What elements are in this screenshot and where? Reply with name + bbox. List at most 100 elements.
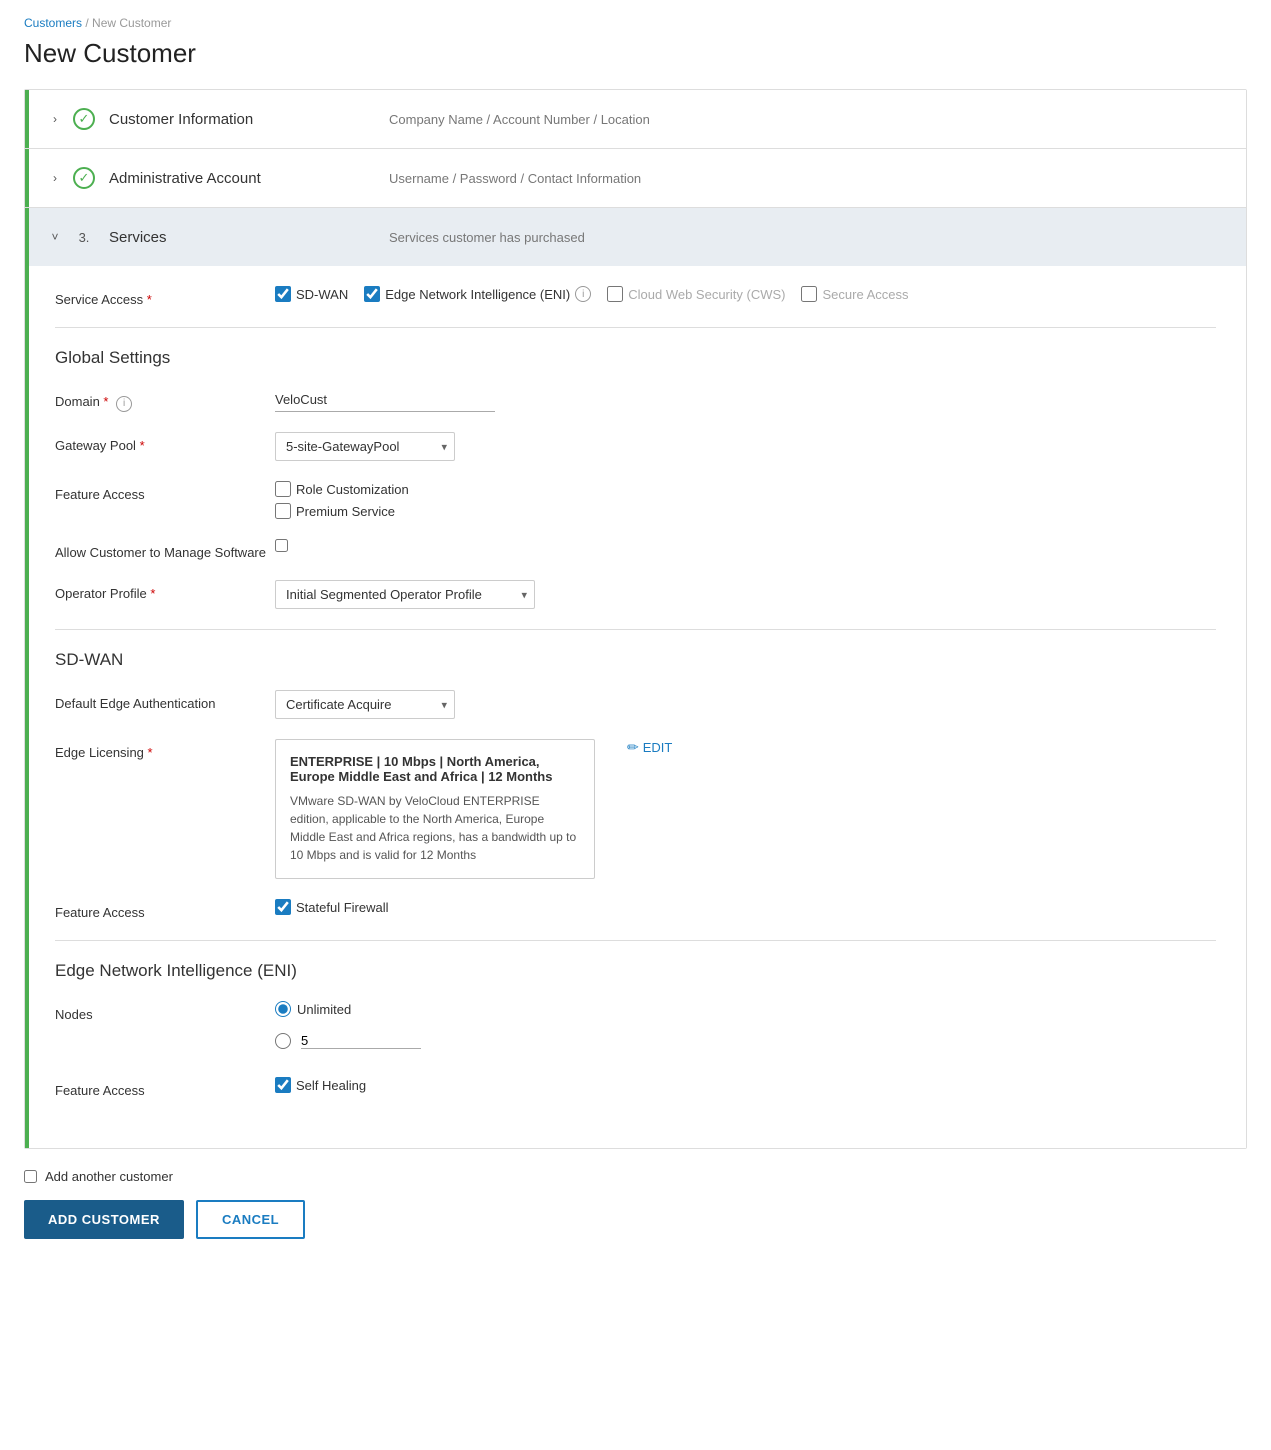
nodes-number-radio[interactable] [275,1033,291,1049]
role-customization-label: Role Customization [296,482,409,497]
sdwan-label: SD-WAN [296,287,348,302]
eni-checkbox-wrap[interactable]: Edge Network Intelligence (ENI) i [364,286,591,302]
role-customization-checkbox[interactable] [275,481,291,497]
check-icon-1: ✓ [73,108,95,130]
eni-section: Edge Network Intelligence (ENI) Nodes Un… [55,961,1216,1098]
accordion-header-services[interactable]: ˅ 3. Services Services customer has purc… [25,208,1246,266]
edit-edge-licensing-link[interactable]: ✏ EDIT [627,739,672,756]
cancel-button[interactable]: CANCEL [196,1200,305,1239]
edge-licensing-label: Edge Licensing * [55,739,275,760]
accordion-item-admin-account: › ✓ Administrative Account Username / Pa… [25,149,1246,208]
feature-access-label: Feature Access [55,481,275,502]
gateway-pool-required: * [140,438,145,453]
domain-info-icon[interactable]: i [116,396,132,412]
edge-licensing-field-content: ENTERPRISE | 10 Mbps | North America, Eu… [275,739,1216,879]
secure-access-label: Secure Access [822,287,908,302]
self-healing-checkbox-wrap[interactable]: Self Healing [275,1077,366,1093]
accordion-subtitle-customer-info: Company Name / Account Number / Location [389,112,650,127]
premium-service-checkbox[interactable] [275,503,291,519]
accordion-title-admin-account: Administrative Account [109,170,389,187]
operator-profile-field-content: Initial Segmented Operator Profile Defau… [275,580,1216,609]
footer-buttons: ADD CUSTOMER CANCEL [24,1200,1247,1239]
accordion-title-services: Services [109,229,389,246]
feature-access-field-content: Role Customization Premium Service [275,481,1216,519]
premium-service-label: Premium Service [296,504,395,519]
accordion-header-customer-info[interactable]: › ✓ Customer Information Company Name / … [25,90,1246,148]
role-customization-checkbox-wrap[interactable]: Role Customization [275,481,409,497]
edge-licensing-required: * [148,745,153,760]
chevron-icon-2: › [45,168,65,188]
divider-3 [55,940,1216,941]
chevron-icon-3: ˅ [45,227,65,247]
sdwan-checkbox-wrap[interactable]: SD-WAN [275,286,348,302]
add-another-wrap: Add another customer [24,1169,1247,1184]
accordion-left-bar-2 [25,149,29,207]
accordion-subtitle-admin-account: Username / Password / Contact Informatio… [389,171,641,186]
self-healing-checkbox[interactable] [275,1077,291,1093]
sdwan-checkbox[interactable] [275,286,291,302]
service-access-row: Service Access * SD-WAN Edge Network Int… [55,286,1216,307]
page-title: New Customer [24,38,1247,69]
edge-licensing-desc: VMware SD-WAN by VeloCloud ENTERPRISE ed… [290,792,580,864]
accordion-item-services: ˅ 3. Services Services customer has purc… [25,208,1246,1148]
operator-profile-row: Operator Profile * Initial Segmented Ope… [55,580,1216,609]
accordion-left-bar-1 [25,90,29,148]
cws-checkbox-wrap[interactable]: Cloud Web Security (CWS) [607,286,785,302]
nodes-number-input[interactable] [301,1033,421,1049]
premium-service-checkbox-wrap[interactable]: Premium Service [275,503,409,519]
chevron-icon-1: › [45,109,65,129]
domain-required: * [103,394,108,409]
secure-access-checkbox[interactable] [801,286,817,302]
nodes-unlimited-radio-wrap[interactable]: Unlimited [275,1001,351,1017]
operator-profile-select-wrap: Initial Segmented Operator Profile Defau… [275,580,535,609]
accordion-header-admin-account[interactable]: › ✓ Administrative Account Username / Pa… [25,149,1246,207]
nodes-unlimited-label: Unlimited [297,1002,351,1017]
services-body: Service Access * SD-WAN Edge Network Int… [25,266,1246,1148]
stateful-firewall-checkbox[interactable] [275,899,291,915]
add-another-checkbox[interactable] [24,1170,37,1183]
eni-checkbox[interactable] [364,286,380,302]
domain-input[interactable] [275,388,495,412]
service-access-field-content: SD-WAN Edge Network Intelligence (ENI) i… [275,286,1216,302]
operator-profile-select[interactable]: Initial Segmented Operator Profile Defau… [275,580,535,609]
default-edge-auth-label: Default Edge Authentication [55,690,275,711]
eni-title: Edge Network Intelligence (ENI) [55,961,1216,981]
nodes-unlimited-radio[interactable] [275,1001,291,1017]
eni-feature-access-field-content: Self Healing [275,1077,1216,1093]
accordion-item-customer-info: › ✓ Customer Information Company Name / … [25,90,1246,149]
nodes-field-content: Unlimited [275,1001,1216,1057]
domain-row: Domain * i [55,388,1216,412]
accordion-left-bar-3 [25,208,29,1148]
gateway-pool-field-content: 5-site-GatewayPool 10-site-GatewayPool G… [275,432,1216,461]
nodes-number-radio-wrap[interactable] [275,1033,421,1049]
eni-label: Edge Network Intelligence (ENI) [385,287,570,302]
service-access-label: Service Access * [55,286,275,307]
cws-label: Cloud Web Security (CWS) [628,287,785,302]
gateway-pool-select[interactable]: 5-site-GatewayPool 10-site-GatewayPool G… [275,432,455,461]
default-edge-auth-select[interactable]: Certificate Acquire Certificate or Passw… [275,690,455,719]
gateway-pool-row: Gateway Pool * 5-site-GatewayPool 10-sit… [55,432,1216,461]
add-another-label: Add another customer [45,1169,173,1184]
global-settings-title: Global Settings [55,348,1216,368]
edit-icon: ✏ [627,739,639,756]
stateful-firewall-checkbox-wrap[interactable]: Stateful Firewall [275,899,388,915]
secure-access-checkbox-wrap[interactable]: Secure Access [801,286,908,302]
divider-1 [55,327,1216,328]
allow-manage-software-label: Allow Customer to Manage Software [55,539,275,560]
edge-licensing-row: Edge Licensing * ENTERPRISE | 10 Mbps | … [55,739,1216,879]
sdwan-feature-access-label: Feature Access [55,899,275,920]
breadcrumb-customers-link[interactable]: Customers [24,16,82,30]
default-edge-auth-field-content: Certificate Acquire Certificate or Passw… [275,690,1216,719]
accordion-subtitle-services: Services customer has purchased [389,230,585,245]
eni-info-icon[interactable]: i [575,286,591,302]
accordion: › ✓ Customer Information Company Name / … [24,89,1247,1149]
cws-checkbox[interactable] [607,286,623,302]
gateway-pool-select-wrap: 5-site-GatewayPool 10-site-GatewayPool G… [275,432,455,461]
sdwan-feature-access-field-content: Stateful Firewall [275,899,1216,915]
allow-manage-software-checkbox[interactable] [275,539,288,552]
stateful-firewall-label: Stateful Firewall [296,900,388,915]
default-edge-auth-row: Default Edge Authentication Certificate … [55,690,1216,719]
add-customer-button[interactable]: ADD CUSTOMER [24,1200,184,1239]
feature-access-col: Role Customization Premium Service [275,481,409,519]
default-edge-auth-select-wrap: Certificate Acquire Certificate or Passw… [275,690,455,719]
